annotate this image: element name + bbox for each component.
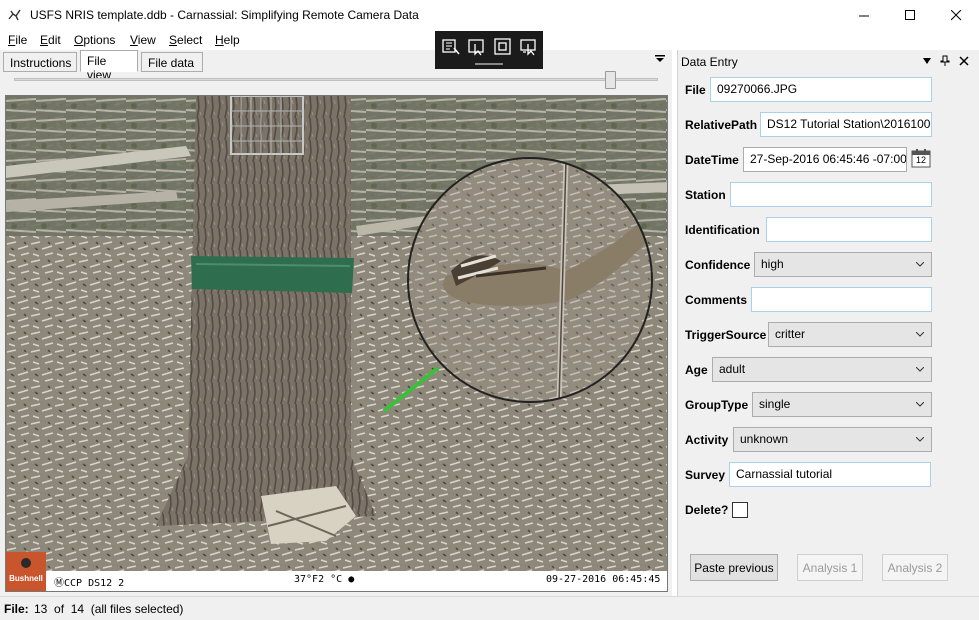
label-relative-path: RelativePath [685,118,758,132]
group-type-select[interactable]: single [752,392,932,417]
pane-close-icon[interactable] [959,56,969,66]
activity-select[interactable]: unknown [733,427,932,452]
toolbar-grip[interactable] [475,63,503,65]
confidence-select[interactable]: high [754,252,932,277]
maximize-button[interactable] [887,0,933,31]
chevron-down-icon [916,262,924,267]
identification-field[interactable] [766,217,932,242]
menu-file[interactable]: File [8,33,27,47]
minimize-button[interactable] [841,0,887,31]
maximize-icon [904,10,915,20]
chevron-down-icon [916,402,924,407]
pane-menu-icon[interactable] [655,55,665,63]
chevron-down-icon [916,332,924,337]
camera-image[interactable]: Bushnell ⓂCCP DS12 2 37°F2 °C ● 09-27-20… [5,95,668,592]
floating-image-toolbar [435,31,543,69]
status-label: File: [4,602,29,616]
label-activity: Activity [685,433,729,447]
survey-field[interactable]: Carnassial tutorial [729,462,931,487]
label-station: Station [685,188,726,202]
magnify-icon[interactable] [441,38,461,56]
analysis-1-button[interactable]: Analysis 1 [797,554,863,581]
camera-id-label: ⓂCCP DS12 2 [54,578,125,589]
label-trigger-source: TriggerSource [685,328,767,342]
menu-help[interactable]: Help [215,33,240,47]
label-file: File [685,83,706,97]
label-comments: Comments [685,293,748,307]
pointer-select-icon[interactable] [519,38,539,56]
image-slider-thumb[interactable] [604,71,616,89]
temperature-label: 37°F2 °C ● [294,574,355,585]
window-title: USFS NRIS template.ddb - Carnassial: Sim… [30,8,419,22]
paste-previous-button[interactable]: Paste previous [690,554,778,581]
bird-logo-icon [8,9,21,21]
label-survey: Survey [685,468,726,482]
camera-timestamp: 09-27-2016 06:45:45 [546,574,661,585]
station-field[interactable] [730,182,932,207]
label-age: Age [685,363,708,377]
title-bar: USFS NRIS template.ddb - Carnassial: Sim… [0,0,979,31]
label-date-time: DateTime [685,153,739,167]
status-text: 13 of 14 (all files selected) [34,602,184,616]
label-group-type: GroupType [685,398,749,412]
close-button[interactable] [933,0,979,31]
bushnell-logo: Bushnell [9,574,43,583]
menu-view[interactable]: View [130,33,156,47]
menu-select[interactable]: Select [169,33,202,47]
chevron-down-icon [916,367,924,372]
chevron-down-icon [916,437,924,442]
date-time-field[interactable]: 27-Sep-2016 06:45:46 -07:00 [743,147,907,172]
delete-checkbox[interactable] [732,502,748,518]
close-icon [950,10,961,21]
calendar-day: 12 [916,155,927,165]
tab-instructions[interactable]: Instructions [3,52,77,72]
menu-options[interactable]: Options [74,33,115,47]
analysis-2-button[interactable]: Analysis 2 [882,554,948,581]
image-slider-track[interactable] [14,78,658,81]
calendar-button[interactable]: 12 [911,148,931,168]
trigger-source-select[interactable]: critter [768,322,932,347]
label-delete: Delete? [685,503,729,517]
pointer-zoom-icon[interactable] [467,38,487,56]
file-field[interactable]: 09270066.JPG [710,77,932,102]
pane-dropdown-icon[interactable] [922,57,932,65]
label-confidence: Confidence [685,258,751,272]
menu-edit[interactable]: Edit [40,33,61,47]
minimize-icon [858,15,869,17]
fit-image-icon[interactable] [493,38,513,56]
tab-file-view[interactable]: File view [80,50,138,82]
tab-file-data[interactable]: File data [141,52,203,72]
pin-icon[interactable] [940,55,950,67]
camera-image-content [6,96,667,591]
relative-path-field[interactable]: DS12 Tutorial Station\2016100 [760,112,932,137]
data-entry-title: Data Entry [681,55,738,69]
status-bar: File: 13 of 14 (all files selected) [0,596,979,620]
label-identification: Identification [685,223,760,237]
age-select[interactable]: adult [712,357,932,382]
comments-field[interactable] [751,287,932,312]
